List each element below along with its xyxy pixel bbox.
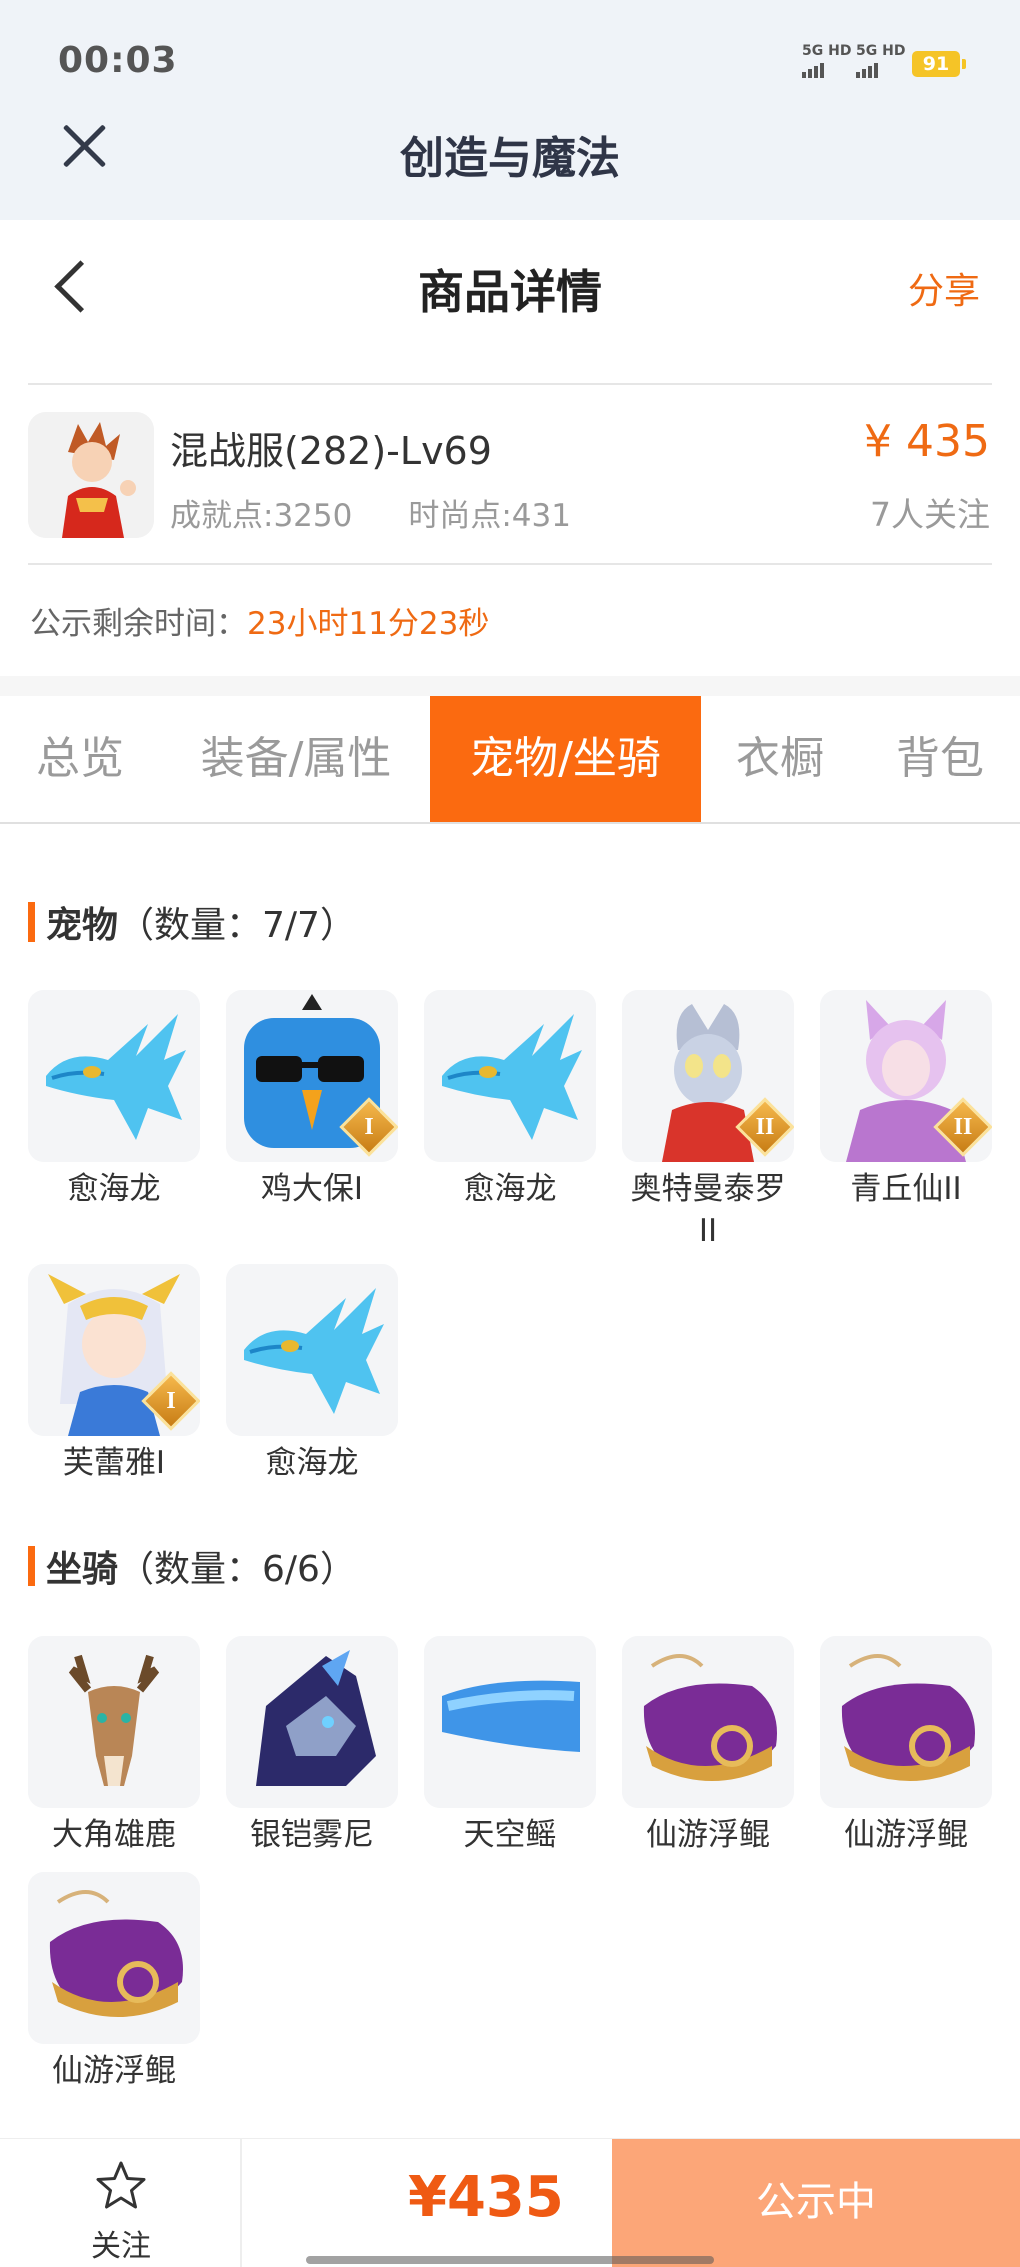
section-spacer xyxy=(0,676,1020,696)
mount-name: 银铠雾尼 xyxy=(250,1817,374,1853)
pet-name: 鸡大保I xyxy=(260,1171,364,1207)
pet-card[interactable]: 愈海龙 xyxy=(226,1264,398,1484)
app-title: 创造与魔法 xyxy=(400,133,620,184)
tab-pets-mounts[interactable]: 宠物/坐骑 xyxy=(430,696,701,822)
pet-card[interactable]: I 芙蕾雅I xyxy=(28,1264,200,1484)
mount-card[interactable]: 仙游浮鲲 xyxy=(622,1636,794,1856)
tab-wardrobe[interactable]: 衣橱 xyxy=(720,696,840,822)
character-avatar xyxy=(28,412,154,538)
floating-kun-icon xyxy=(820,1636,992,1808)
mount-card[interactable]: 天空鳐 xyxy=(424,1636,596,1856)
pet-name: 芙蕾雅I xyxy=(62,1445,166,1481)
tab-equipment[interactable]: 装备/属性 xyxy=(180,696,412,822)
status-button[interactable]: 公示中 xyxy=(612,2139,1020,2267)
pet-card[interactable]: I 鸡大保I xyxy=(226,990,398,1210)
status-time: 00:03 xyxy=(58,40,178,81)
pet-name: 愈海龙 xyxy=(265,1445,359,1481)
signal-icon: 5G HD xyxy=(856,44,905,78)
battery-icon: 91 xyxy=(912,51,966,77)
divider xyxy=(28,563,992,565)
pet-card[interactable]: II 青丘仙II xyxy=(820,990,992,1210)
freya-icon: I xyxy=(28,1264,200,1436)
pet-card[interactable]: 愈海龙 xyxy=(28,990,200,1210)
page-title: 商品详情 xyxy=(418,265,602,319)
follower-count: 7人关注 xyxy=(870,495,990,534)
armored-beast-icon xyxy=(226,1636,398,1808)
pet-name: 愈海龙 xyxy=(67,1171,161,1207)
mount-card[interactable]: 仙游浮鲲 xyxy=(28,1872,200,2092)
product-points: 成就点:3250 时尚点:431 xyxy=(170,490,571,535)
notice-remaining-time: 公示剩余时间：23小时11分23秒 xyxy=(30,606,490,642)
ultraman-icon: II xyxy=(622,990,794,1162)
tab-overview[interactable]: 总览 xyxy=(20,696,140,822)
pet-name: 愈海龙 xyxy=(463,1171,557,1207)
pet-name: 青丘仙II xyxy=(850,1171,962,1207)
sea-dragon-icon xyxy=(424,990,596,1162)
mount-name: 天空鳐 xyxy=(463,1817,557,1853)
sea-dragon-icon xyxy=(28,990,200,1162)
divider xyxy=(28,383,992,385)
mount-name: 仙游浮鲲 xyxy=(646,1817,770,1853)
pet-card[interactable]: II 奥特曼泰罗II xyxy=(622,990,794,1252)
floating-kun-icon xyxy=(622,1636,794,1808)
fox-fairy-icon: II xyxy=(820,990,992,1162)
app-top-bar: 00:03 5G HD 5G HD 91 创造与魔法 xyxy=(0,0,1020,220)
mount-card[interactable]: 仙游浮鲲 xyxy=(820,1636,992,1856)
sea-dragon-icon xyxy=(226,1264,398,1436)
stag-icon xyxy=(28,1636,200,1808)
floating-kun-icon xyxy=(28,1872,200,2044)
chicken-icon: I xyxy=(226,990,398,1162)
bottom-price: ¥435 xyxy=(408,2165,564,2230)
product-name: 混战服(282)-Lv69 xyxy=(170,429,492,473)
signal-icon: 5G HD xyxy=(802,44,851,78)
home-indicator xyxy=(306,2256,714,2264)
pet-card[interactable]: 愈海龙 xyxy=(424,990,596,1210)
achievement-points: 成就点:3250 xyxy=(170,498,353,534)
mount-name: 大角雄鹿 xyxy=(52,1817,176,1853)
mount-card[interactable]: 银铠雾尼 xyxy=(226,1636,398,1856)
mount-name: 仙游浮鲲 xyxy=(52,2053,176,2089)
product-price: ¥ 435 xyxy=(864,416,990,467)
follow-label: 关注 xyxy=(91,2229,151,2264)
follow-button[interactable]: 关注 xyxy=(0,2139,242,2267)
fashion-points: 时尚点:431 xyxy=(408,498,571,534)
mount-name: 仙游浮鲲 xyxy=(844,1817,968,1853)
detail-tabs: 总览 装备/属性 宠物/坐骑 衣橱 背包 xyxy=(0,696,1020,824)
sky-ray-icon xyxy=(424,1636,596,1808)
share-button[interactable]: 分享 xyxy=(908,262,980,314)
bottom-action-bar: 关注 ¥435 公示中 xyxy=(0,2138,1020,2267)
star-icon xyxy=(96,2161,146,2209)
tab-backpack[interactable]: 背包 xyxy=(880,696,1000,822)
pet-name: 奥特曼泰罗II xyxy=(630,1171,786,1249)
mount-card[interactable]: 大角雄鹿 xyxy=(28,1636,200,1856)
countdown: 23小时11分23秒 xyxy=(247,606,490,642)
